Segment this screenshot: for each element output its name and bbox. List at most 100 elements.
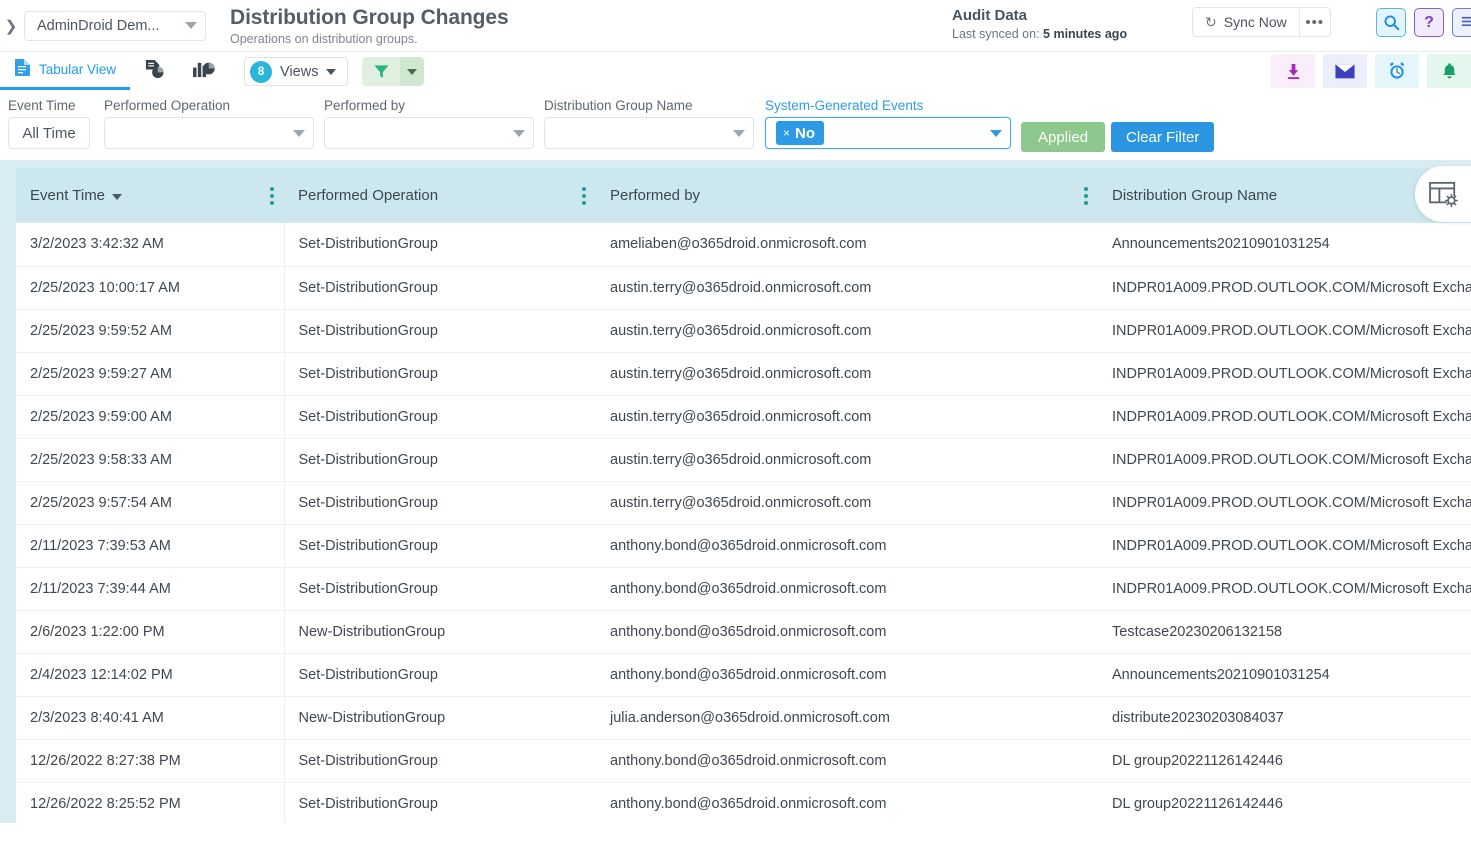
column-menu-icon-performed-by[interactable] [1084,187,1088,205]
cell-performed_by: austin.terry@o365droid.onmicrosoft.com [596,481,1098,524]
cell-distribution_group_name: INDPR01A009.PROD.OUTLOOK.COM/Microsoft E… [1098,524,1471,567]
table-row[interactable]: 2/25/2023 9:59:27 AMSet-DistributionGrou… [16,352,1471,395]
chevron-down-icon [733,130,745,137]
system-generated-events-select[interactable]: × No [765,117,1011,149]
email-icon[interactable] [1323,54,1367,88]
cell-event_time: 2/25/2023 9:58:33 AM [16,438,284,481]
column-header-performed-by[interactable]: Performed by [596,168,1098,223]
column-header-performed-operation-label: Performed Operation [298,187,438,204]
column-header-performed-by-label: Performed by [610,187,700,204]
table-row[interactable]: 3/2/2023 3:42:32 AMSet-DistributionGroup… [16,223,1471,266]
cell-performed_operation: Set-DistributionGroup [284,739,596,782]
column-menu-icon-performed-operation[interactable] [582,187,586,205]
search-icon[interactable] [1376,8,1406,37]
table-row[interactable]: 2/11/2023 7:39:53 AMSet-DistributionGrou… [16,524,1471,567]
column-header-event-time[interactable]: Event Time [16,168,284,223]
page-title: Distribution Group Changes [230,5,509,31]
download-icon[interactable] [1271,54,1315,88]
table-settings-icon[interactable] [1415,166,1471,222]
distribution-group-name-select[interactable] [544,117,754,149]
cell-distribution_group_name: DL group20221126142446 [1098,739,1471,782]
sort-descending-icon[interactable] [112,194,122,200]
cell-performed_operation: New-DistributionGroup [284,610,596,653]
chip-remove-icon[interactable]: × [783,126,790,140]
cell-performed_by: anthony.bond@o365droid.onmicrosoft.com [596,739,1098,782]
tab-bar-pie-chart[interactable] [179,52,230,90]
performed-by-select[interactable] [324,117,534,149]
cell-performed_by: austin.terry@o365droid.onmicrosoft.com [596,395,1098,438]
cell-performed_operation: Set-DistributionGroup [284,653,596,696]
table-row[interactable]: 2/25/2023 10:00:17 AMSet-DistributionGro… [16,266,1471,309]
table-row[interactable]: 2/25/2023 9:58:33 AMSet-DistributionGrou… [16,438,1471,481]
table-row[interactable]: 2/25/2023 9:59:00 AMSet-DistributionGrou… [16,395,1471,438]
column-header-distribution-group-name-label: Distribution Group Name [1112,187,1277,204]
cell-performed_by: anthony.bond@o365droid.onmicrosoft.com [596,653,1098,696]
table-row[interactable]: 12/26/2022 8:25:52 PMSet-DistributionGro… [16,782,1471,823]
cell-performed_by: austin.terry@o365droid.onmicrosoft.com [596,438,1098,481]
column-header-performed-operation[interactable]: Performed Operation [284,168,596,223]
cell-event_time: 2/25/2023 9:59:00 AM [16,395,284,438]
table-row[interactable]: 2/4/2023 12:14:02 PMSet-DistributionGrou… [16,653,1471,696]
table-header: Event Time Performed Operation Performed… [16,168,1471,223]
cell-performed_by: anthony.bond@o365droid.onmicrosoft.com [596,610,1098,653]
cell-distribution_group_name: INDPR01A009.PROD.OUTLOOK.COM/Microsoft E… [1098,438,1471,481]
chevron-down-icon [990,130,1002,137]
tab-tabular-view-label: Tabular View [39,62,116,77]
cell-performed_by: ameliaben@o365droid.onmicrosoft.com [596,223,1098,266]
sync-now-button[interactable]: ↻ Sync Now [1193,8,1300,36]
filter-bar: Event Time All Time Performed Operation … [0,90,1471,160]
chevron-down-icon [185,22,197,29]
cell-performed_by: anthony.bond@o365droid.onmicrosoft.com [596,524,1098,567]
cell-event_time: 12/26/2022 8:25:52 PM [16,782,284,823]
cell-performed_operation: New-DistributionGroup [284,696,596,739]
filter-event-time: Event Time All Time [8,98,90,149]
sync-more-button[interactable]: ••• [1300,8,1330,36]
views-dropdown[interactable]: 8 Views [244,57,348,86]
top-bar: ❯ AdminDroid Dem... Distribution Group C… [0,0,1471,52]
cell-distribution_group_name: Announcements20210901031254 [1098,223,1471,266]
chevron-down-icon [513,130,525,137]
cell-event_time: 2/25/2023 9:57:54 AM [16,481,284,524]
audit-data-title: Audit Data [952,6,1127,26]
event-time-button[interactable]: All Time [8,117,90,149]
list-icon[interactable] [1452,8,1471,37]
chevron-down-icon [293,130,305,137]
table-row[interactable]: 2/25/2023 9:57:54 AMSet-DistributionGrou… [16,481,1471,524]
filter-dropdown-toggle[interactable] [400,57,424,86]
report-chart-icon [144,59,165,84]
cell-performed_by: anthony.bond@o365droid.onmicrosoft.com [596,782,1098,823]
filter-performed-by-label: Performed by [324,98,534,113]
table-row[interactable]: 2/11/2023 7:39:44 AMSet-DistributionGrou… [16,567,1471,610]
applied-button[interactable]: Applied [1021,122,1105,152]
system-generated-events-chip: × No [776,121,824,145]
table-row[interactable]: 2/3/2023 8:40:41 AMNew-DistributionGroup… [16,696,1471,739]
cell-performed_by: austin.terry@o365droid.onmicrosoft.com [596,309,1098,352]
chevron-right-icon[interactable]: ❯ [0,0,22,52]
chip-label: No [795,125,815,142]
cell-event_time: 2/25/2023 9:59:52 AM [16,309,284,352]
table-body: 3/2/2023 3:42:32 AMSet-DistributionGroup… [16,223,1471,823]
funnel-icon[interactable] [362,57,400,86]
table-row[interactable]: 2/25/2023 9:59:52 AMSet-DistributionGrou… [16,309,1471,352]
cell-performed_operation: Set-DistributionGroup [284,782,596,823]
alert-bell-icon[interactable] [1427,54,1471,88]
tab-tabular-view[interactable]: Tabular View [0,52,130,90]
cell-performed_by: austin.terry@o365droid.onmicrosoft.com [596,352,1098,395]
column-menu-icon-event-time[interactable] [270,187,274,205]
cell-distribution_group_name: INDPR01A009.PROD.OUTLOOK.COM/Microsoft E… [1098,567,1471,610]
performed-operation-select[interactable] [104,117,314,149]
cell-distribution_group_name: INDPR01A009.PROD.OUTLOOK.COM/Microsoft E… [1098,395,1471,438]
help-icon[interactable]: ? [1414,8,1444,37]
page-title-block: Distribution Group Changes Operations on… [230,5,509,47]
audit-data-table: Event Time Performed Operation Performed… [16,168,1471,823]
cell-distribution_group_name: distribute20230203084037 [1098,696,1471,739]
cell-performed_operation: Set-DistributionGroup [284,352,596,395]
table-row[interactable]: 12/26/2022 8:27:38 PMSet-DistributionGro… [16,739,1471,782]
schedule-alarm-icon[interactable] [1375,54,1419,88]
table-row[interactable]: 2/6/2023 1:22:00 PMNew-DistributionGroup… [16,610,1471,653]
cell-performed_by: anthony.bond@o365droid.onmicrosoft.com [596,567,1098,610]
org-selector[interactable]: AdminDroid Dem... [24,11,206,41]
cell-performed_operation: Set-DistributionGroup [284,223,596,266]
tab-report-chart[interactable] [130,52,179,90]
clear-filter-button[interactable]: Clear Filter [1111,122,1214,152]
